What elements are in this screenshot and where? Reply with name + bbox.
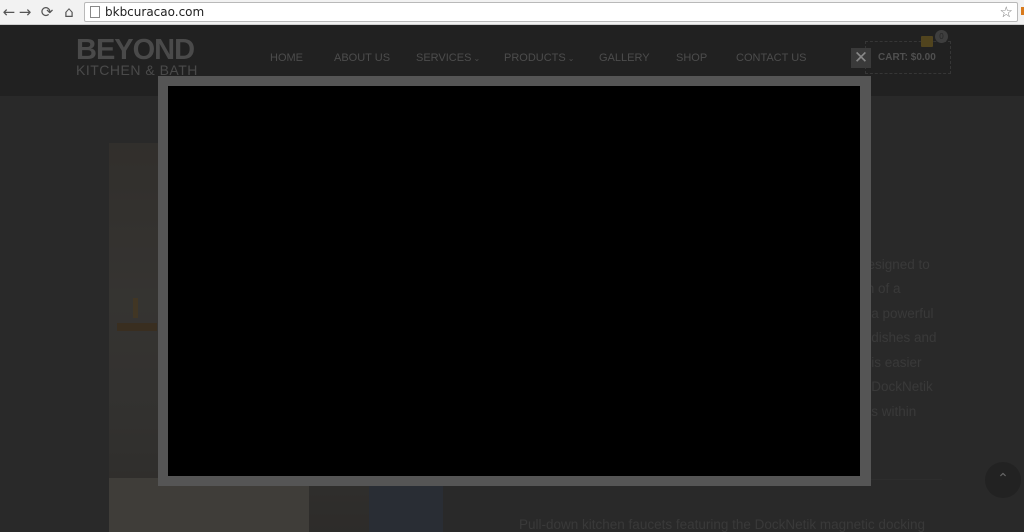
page-icon — [90, 6, 100, 18]
url-text[interactable]: bkbcuracao.com — [105, 5, 204, 19]
lightbox-media[interactable] — [168, 86, 860, 476]
close-icon[interactable]: ✕ — [851, 48, 871, 68]
scroll-to-top-button[interactable]: ⌃ — [985, 462, 1021, 498]
home-icon[interactable]: ⌂ — [60, 3, 78, 21]
reload-icon[interactable]: ⟳ — [38, 3, 56, 21]
browser-toolbar: ← → ⟳ ⌂ bkbcuracao.com ☆ — [0, 0, 1024, 25]
address-bar[interactable]: bkbcuracao.com ☆ — [84, 2, 1018, 22]
bookmark-star-icon[interactable]: ☆ — [1000, 3, 1013, 21]
lightbox-frame — [158, 76, 871, 486]
forward-icon[interactable]: → — [16, 3, 34, 21]
